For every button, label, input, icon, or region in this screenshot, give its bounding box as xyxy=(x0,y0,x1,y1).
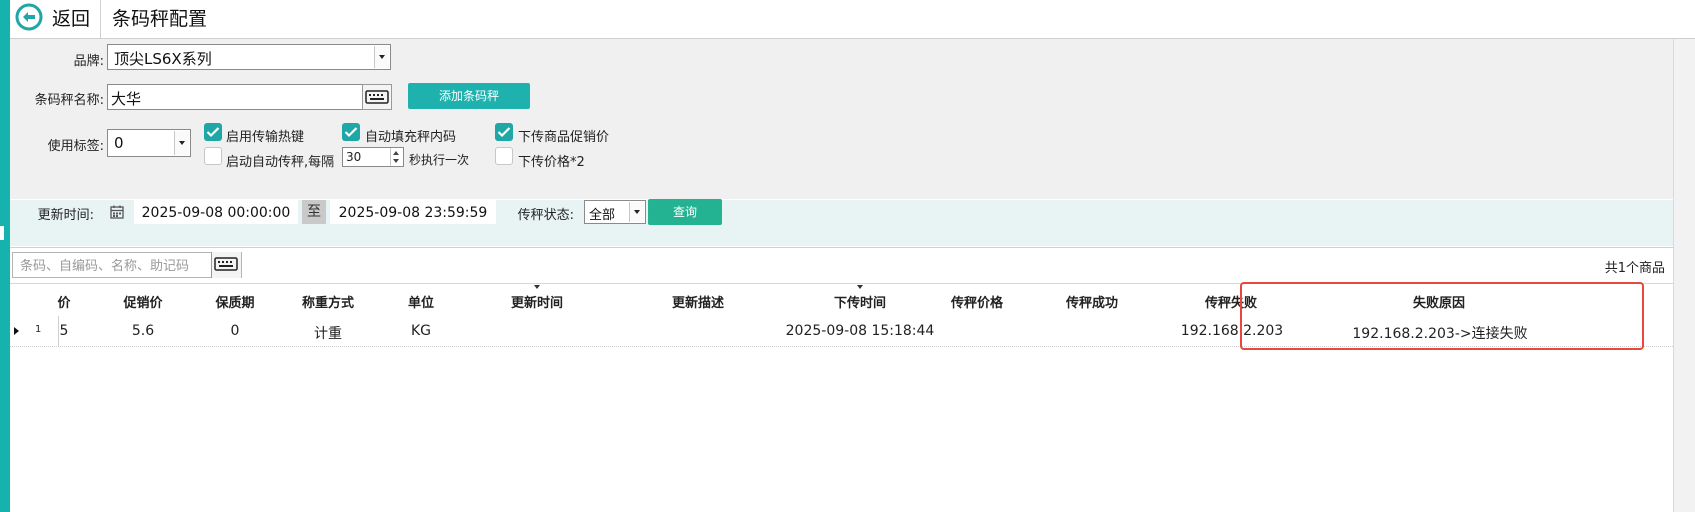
date-from-value: 2025-09-08 00:00:00 xyxy=(141,205,291,221)
col-transfer-price[interactable]: 传秤价格 xyxy=(951,292,1003,311)
update-time-label: 更新时间: xyxy=(37,208,94,223)
interval-suffix: 秒执行一次 xyxy=(409,153,470,167)
keyboard-icon xyxy=(214,257,238,271)
spin-down-icon[interactable] xyxy=(393,159,399,163)
search-row: 共1个商品 xyxy=(10,247,1673,282)
use-label-value: 0 xyxy=(114,134,124,152)
title-bar: 返回 条码秤配置 xyxy=(10,0,1695,39)
left-accent-strip xyxy=(0,0,10,512)
scale-name-label: 条码秤名称: xyxy=(34,93,104,108)
item-count: 共1个商品 xyxy=(1604,261,1665,276)
back-arrow-icon[interactable] xyxy=(14,2,44,32)
vertical-scrollbar[interactable] xyxy=(1673,39,1695,512)
cell-shelf-life: 0 xyxy=(230,323,240,339)
cell-fail-reason: 192.168.2.203->连接失败 xyxy=(1352,326,1528,342)
cell-transfer-failed: 192.168.2.203 xyxy=(1180,323,1284,339)
filter-bar: 更新时间: 2025-09-08 00:00:00 至 2025-09-08 2… xyxy=(10,199,1673,246)
hotkey-label: 启用传输热键 xyxy=(226,130,305,145)
price-double-label: 下传价格*2 xyxy=(518,155,585,170)
col-update-time[interactable]: 更新时间 xyxy=(511,292,563,311)
spinner-buttons[interactable] xyxy=(390,148,403,166)
checkmark-icon xyxy=(206,127,220,138)
cell-price: 5 xyxy=(59,323,69,339)
date-to-input[interactable]: 2025-09-08 23:59:59 xyxy=(330,200,496,224)
checkmark-icon xyxy=(497,127,511,138)
col-price[interactable]: 价 xyxy=(57,292,70,311)
auto-transfer-label: 启动自动传秤,每隔 xyxy=(226,155,335,170)
chevron-down-icon[interactable] xyxy=(374,46,389,68)
col-transfer-success[interactable]: 传秤成功 xyxy=(1066,292,1118,311)
col-unit[interactable]: 单位 xyxy=(408,292,434,311)
keyboard-icon xyxy=(365,90,389,104)
col-weigh-method[interactable]: 称重方式 xyxy=(302,292,354,311)
col-fail-reason[interactable]: 失败原因 xyxy=(1413,292,1465,311)
left-strip-marker xyxy=(0,226,4,240)
checkmark-icon xyxy=(344,127,358,138)
brand-select[interactable]: 顶尖LS6X系列 xyxy=(107,44,391,70)
keyboard-button[interactable] xyxy=(362,84,392,110)
promo-label: 下传商品促销价 xyxy=(518,130,610,145)
row-header[interactable]: 1 xyxy=(10,316,59,346)
row-pointer-icon xyxy=(14,327,19,335)
price-double-checkbox[interactable] xyxy=(495,147,513,165)
hotkey-checkbox[interactable] xyxy=(204,123,222,141)
cell-transfer-time: 2025-09-08 15:18:44 xyxy=(785,323,935,339)
date-from-input[interactable]: 2025-09-08 00:00:00 xyxy=(134,200,298,224)
cell-unit: KG xyxy=(410,323,432,339)
config-panel: 品牌: 顶尖LS6X系列 条码秤名称: 大华 添加条码秤 使用标签: 0 启用传… xyxy=(10,39,1673,199)
col-transfer-time[interactable]: 下传时间 xyxy=(834,292,886,311)
col-transfer-failed[interactable]: 传秤失败 xyxy=(1205,292,1257,311)
use-label-label: 使用标签: xyxy=(47,139,104,154)
cell-weigh-method: 计重 xyxy=(314,326,342,342)
spin-up-icon[interactable] xyxy=(393,151,399,155)
col-promo-price[interactable]: 促销价 xyxy=(123,292,162,311)
use-label-select[interactable]: 0 xyxy=(107,129,191,157)
search-box[interactable] xyxy=(12,252,242,278)
query-button[interactable]: 查询 xyxy=(648,199,722,225)
interval-spinner[interactable]: 30 xyxy=(342,147,404,167)
row-number: 1 xyxy=(35,324,42,335)
chevron-down-icon[interactable] xyxy=(174,131,189,155)
table-row[interactable]: 1 5 5.6 0 计重 KG 2025-09-08 15:18:44 192.… xyxy=(10,316,1673,347)
brand-label: 品牌: xyxy=(73,54,104,69)
status-select-value: 全部 xyxy=(589,208,616,223)
status-select[interactable]: 全部 xyxy=(584,200,646,224)
sort-indicator-icon xyxy=(857,285,863,289)
sort-indicator-icon xyxy=(534,285,540,289)
add-scale-button[interactable]: 添加条码秤 xyxy=(408,83,530,109)
back-button[interactable]: 返回 xyxy=(52,4,90,31)
scale-name-value: 大华 xyxy=(111,90,142,108)
promo-checkbox[interactable] xyxy=(495,123,513,141)
autofill-checkbox[interactable] xyxy=(342,123,360,141)
col-shelf-life[interactable]: 保质期 xyxy=(215,292,254,311)
title-divider xyxy=(100,0,101,38)
cell-promo-price: 5.6 xyxy=(131,323,155,339)
interval-value: 30 xyxy=(346,150,362,164)
search-keyboard-button[interactable] xyxy=(211,252,241,278)
autofill-label: 自动填充秤内码 xyxy=(365,130,457,145)
page-title: 条码秤配置 xyxy=(112,8,208,30)
auto-transfer-checkbox[interactable] xyxy=(204,147,222,165)
date-to-value: 2025-09-08 23:59:59 xyxy=(338,205,488,221)
col-update-desc[interactable]: 更新描述 xyxy=(672,292,724,311)
to-separator: 至 xyxy=(302,200,326,224)
status-label: 传秤状态: xyxy=(517,208,574,223)
search-input[interactable] xyxy=(18,255,206,277)
chevron-down-icon[interactable] xyxy=(629,202,644,222)
brand-select-value: 顶尖LS6X系列 xyxy=(114,50,212,68)
table-header: 价 促销价 保质期 称重方式 单位 更新时间 更新描述 下传时间 传秤价格 传秤… xyxy=(10,283,1673,317)
calendar-icon[interactable] xyxy=(109,204,125,220)
scale-name-input[interactable]: 大华 xyxy=(107,84,363,110)
